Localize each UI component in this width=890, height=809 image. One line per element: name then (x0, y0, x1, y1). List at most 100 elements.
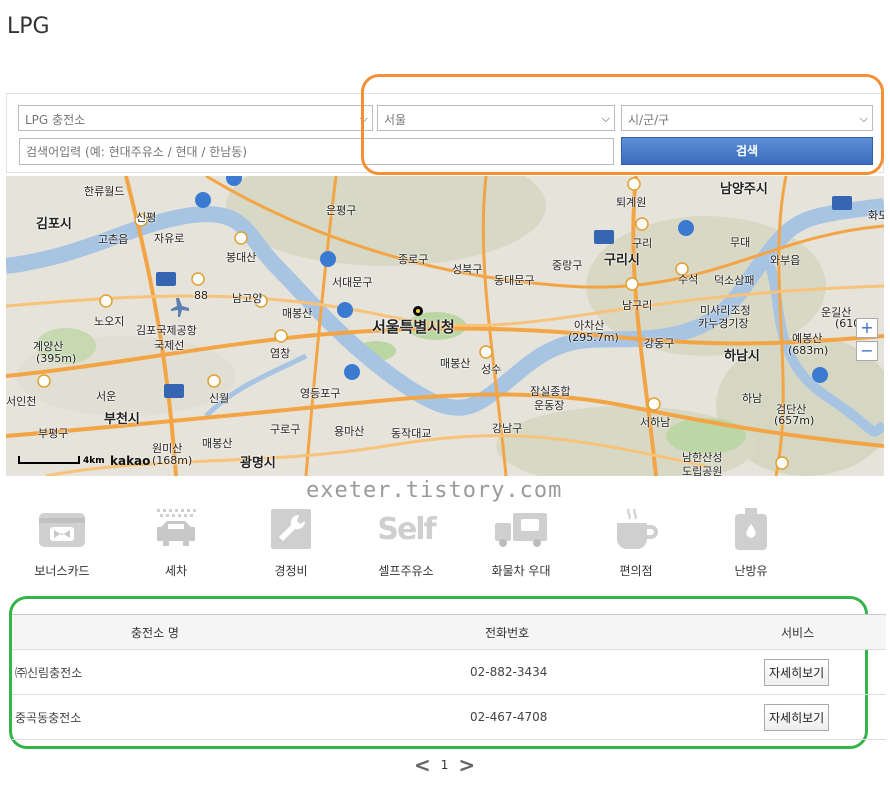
map-label: 김포국제공항 (136, 324, 197, 337)
map-label: 퇴계원 (616, 196, 647, 209)
map-label: 와부읍 (770, 254, 801, 267)
map-label: (683m) (788, 344, 829, 357)
car-wash-icon (146, 505, 206, 553)
table-row: ㈜신림충전소 02-882-3434 자세히보기 (12, 650, 886, 695)
detail-button[interactable]: 자세히보기 (764, 703, 830, 731)
map-label: 노오지 (94, 315, 125, 328)
map-view[interactable]: 김포시 한류월드 고촌읍 신평 자유로 은평구 종로구 성북구 중랑구 구리시 … (6, 176, 884, 476)
service-label: 경정비 (274, 564, 308, 578)
map-label: 부평구 (38, 427, 69, 440)
map-label: 서하남 (640, 416, 671, 429)
highlight-box-orange (361, 74, 884, 175)
map-label: 서대문구 (332, 276, 373, 289)
station-type-select[interactable]: LPG 충전소 ⌵ (18, 105, 373, 131)
map-label: 자유로 (154, 232, 185, 245)
zoom-in-button[interactable]: + (856, 318, 878, 338)
prev-page-button[interactable]: < (414, 753, 431, 777)
zoom-out-button[interactable]: − (856, 341, 878, 361)
map-label: 하남시 (724, 349, 760, 364)
table-row: 중곡동충전소 02-467-4708 자세히보기 (12, 695, 886, 740)
map-label: 성북구 (452, 263, 483, 276)
map-label: 용마산 (334, 425, 365, 438)
map-label: 서인천 (6, 395, 37, 408)
map-label: 은평구 (326, 204, 357, 217)
map-label: 구리시 (604, 253, 640, 268)
map-label: 강남구 (492, 422, 523, 435)
service-label: 세차 (164, 564, 188, 578)
map-label: (395m) (36, 352, 77, 365)
map-label: 구로구 (270, 423, 301, 436)
map-label: 동대문구 (494, 274, 535, 287)
station-type-value: LPG 충전소 (25, 113, 86, 127)
map-scale-bar (18, 456, 80, 464)
map-label: 88 (194, 289, 208, 302)
map-label: 무대 (730, 236, 751, 249)
station-phone: 02-882-3434 (470, 665, 548, 679)
map-label: 서울특별시청 (372, 318, 455, 336)
map-label: (168m) (152, 454, 193, 467)
table-header: 충전소 명 전화번호 서비스 (12, 614, 886, 650)
service-heating-oil[interactable]: 난방유 (701, 505, 801, 579)
map-label: 구리 (632, 237, 653, 250)
map-label: 하남 (742, 392, 763, 405)
map-label: 운동장 (534, 399, 565, 412)
map-label: 중랑구 (552, 259, 583, 272)
map-label: 매봉산 (282, 307, 313, 320)
map-label: 김포시 (36, 217, 72, 232)
map-label: 봉대산 (226, 251, 257, 264)
wrench-icon (261, 505, 321, 553)
map-label: 고촌읍 (98, 233, 129, 246)
service-car-wash[interactable]: 세차 (126, 505, 226, 579)
station-table: 충전소 명 전화번호 서비스 ㈜신림충전소 02-882-3434 자세히보기 … (12, 614, 886, 740)
service-convenience-store[interactable]: 편의점 (586, 505, 686, 579)
oil-can-icon (721, 505, 781, 553)
map-label: 남구리 (622, 299, 653, 312)
station-name: 중곡동충전소 (15, 710, 82, 725)
map-label: 남양주시 (720, 182, 768, 197)
map-label: 매봉산 (440, 357, 471, 370)
map-label: 국제선 (154, 339, 185, 352)
map-label: 도립공원 (682, 465, 723, 476)
map-label: 종로구 (398, 253, 429, 266)
map-label: 영등포구 (300, 387, 341, 400)
card-icon (32, 505, 92, 553)
map-scale-label: 4km (83, 456, 105, 466)
truck-icon (491, 505, 551, 553)
map-label: 신월 (209, 392, 230, 405)
column-header-name: 충전소 명 (131, 625, 179, 640)
coffee-icon (606, 505, 666, 553)
page-title: LPG (7, 14, 50, 39)
map-label: 부천시 (104, 412, 140, 427)
map-label: 염창 (270, 347, 291, 360)
page-number[interactable]: 1 (441, 758, 449, 772)
station-phone: 02-467-4708 (470, 710, 548, 724)
map-brand-logo: kakao (110, 454, 151, 468)
map-label: 광명시 (240, 456, 276, 471)
map-label: 카누경기장 (698, 317, 749, 330)
self-icon: Self (377, 511, 436, 547)
pagination: < 1 > (414, 752, 475, 778)
service-self-station[interactable]: Self 셀프주유소 (356, 505, 456, 579)
service-label: 셀프주유소 (378, 564, 434, 578)
service-bonus-card[interactable]: 보너스카드 (12, 505, 112, 579)
column-header-phone: 전화번호 (485, 625, 530, 640)
map-label: 매봉산 (202, 437, 233, 450)
service-label: 보너스카드 (34, 564, 90, 578)
detail-button[interactable]: 자세히보기 (764, 658, 830, 686)
map-label: 화도 (868, 209, 884, 222)
map-label: (295.7m) (568, 331, 619, 344)
map-label: 한류월드 (84, 185, 125, 198)
map-label: 신평 (136, 211, 157, 224)
service-label: 편의점 (619, 564, 653, 578)
map-label: 덕소삼패 (714, 274, 755, 287)
station-name: ㈜신림충전소 (15, 665, 83, 680)
map-label: 강동구 (644, 337, 675, 350)
column-header-service: 서비스 (781, 625, 815, 640)
service-maintenance[interactable]: 경정비 (241, 505, 341, 579)
map-label: 수석 (678, 273, 699, 286)
service-truck-preference[interactable]: 화물차 우대 (471, 505, 571, 579)
next-page-button[interactable]: > (458, 753, 475, 777)
service-filter-bar: 보너스카드 세차 경정비 Self 셀프주유소 화물차 우대 편의점 난방유 (0, 505, 890, 585)
map-label: 동작대교 (391, 427, 432, 440)
map-label: 서운 (96, 390, 117, 403)
